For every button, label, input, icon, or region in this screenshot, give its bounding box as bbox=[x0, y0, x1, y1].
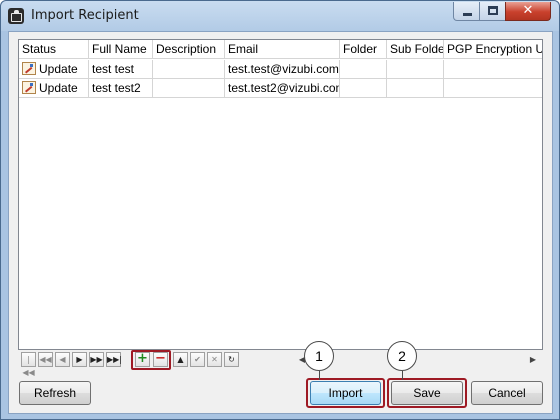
save-highlight bbox=[387, 378, 467, 408]
scroll-right-arrow-icon[interactable]: ▶ bbox=[525, 352, 541, 368]
callout-badge-2: 2 bbox=[387, 341, 417, 371]
recipient-grid[interactable]: Status Full Name Description Email Folde… bbox=[18, 39, 543, 369]
post-record-button[interactable]: ✔ bbox=[190, 352, 205, 367]
email-cell[interactable]: test.test@vizubi.com bbox=[225, 60, 340, 79]
description-cell[interactable] bbox=[153, 79, 225, 98]
next-page-button[interactable]: ▶▶ bbox=[89, 352, 104, 367]
callout-leader-line bbox=[402, 371, 403, 380]
email-cell[interactable]: test.test2@vizubi.com bbox=[225, 79, 340, 98]
pgp-cell[interactable] bbox=[444, 79, 542, 98]
app-icon bbox=[8, 8, 24, 24]
maximize-icon bbox=[488, 6, 498, 15]
status-cell[interactable]: Update bbox=[19, 60, 89, 79]
table-row[interactable]: Update test test test.test@vizubi.com bbox=[19, 60, 542, 79]
column-header-pgp-encryption-user[interactable]: PGP Encryption User bbox=[444, 40, 542, 59]
status-text: Update bbox=[39, 81, 78, 95]
close-button[interactable]: ✕ bbox=[505, 2, 551, 21]
pgp-cell[interactable] bbox=[444, 60, 542, 79]
status-text: Update bbox=[39, 62, 78, 76]
close-icon: ✕ bbox=[522, 3, 534, 18]
column-header-status[interactable]: Status bbox=[19, 40, 89, 59]
callout-leader-line bbox=[319, 371, 320, 380]
first-record-button[interactable]: |◀◀ bbox=[21, 352, 36, 377]
folder-cell[interactable] bbox=[340, 60, 387, 79]
sub-folder-cell[interactable] bbox=[387, 60, 444, 79]
column-header-description[interactable]: Description bbox=[153, 40, 225, 59]
last-record-button[interactable]: ▶▶| bbox=[106, 352, 122, 367]
column-header-sub-folder[interactable]: Sub Folder bbox=[387, 40, 444, 59]
window-title: Import Recipient bbox=[31, 8, 139, 23]
column-header-email[interactable]: Email bbox=[225, 40, 340, 59]
import-highlight bbox=[306, 378, 385, 408]
previous-page-button[interactable]: ◀◀ bbox=[38, 352, 53, 367]
full-name-cell[interactable]: test test2 bbox=[89, 79, 153, 98]
title-bar[interactable]: Import Recipient ✕ bbox=[1, 1, 559, 31]
sub-folder-cell[interactable] bbox=[387, 79, 444, 98]
maximize-button[interactable] bbox=[479, 2, 506, 21]
column-header-folder[interactable]: Folder bbox=[340, 40, 387, 59]
record-navigator: |◀◀ ◀◀ ◀ ▶ ▶▶ ▶▶| + − ▲ ✔ ✕ ↻ ◀ ▶ bbox=[18, 349, 543, 377]
table-row[interactable]: Update test test2 test.test2@vizubi.com bbox=[19, 79, 542, 98]
cancel-button[interactable]: Cancel bbox=[471, 381, 543, 405]
folder-cell[interactable] bbox=[340, 79, 387, 98]
minimize-button[interactable] bbox=[453, 2, 480, 21]
next-record-button[interactable]: ▶ bbox=[72, 352, 87, 367]
edit-icon bbox=[22, 81, 36, 95]
callout-badge-1: 1 bbox=[304, 341, 334, 371]
edit-record-button[interactable]: ▲ bbox=[173, 352, 188, 367]
full-name-cell[interactable]: test test bbox=[89, 60, 153, 79]
status-cell[interactable]: Update bbox=[19, 79, 89, 98]
edit-icon bbox=[22, 62, 36, 76]
grid-header: Status Full Name Description Email Folde… bbox=[19, 40, 542, 59]
previous-record-button[interactable]: ◀ bbox=[55, 352, 70, 367]
dialog-body: Status Full Name Description Email Folde… bbox=[8, 31, 553, 414]
minimize-icon bbox=[463, 13, 472, 16]
import-recipient-window: Import Recipient ✕ Status Full Name Desc… bbox=[0, 0, 560, 420]
refresh-data-button[interactable]: ↻ bbox=[224, 352, 239, 367]
description-cell[interactable] bbox=[153, 60, 225, 79]
cancel-edit-button[interactable]: ✕ bbox=[207, 352, 222, 367]
column-header-full-name[interactable]: Full Name bbox=[89, 40, 153, 59]
add-delete-highlight bbox=[131, 350, 171, 370]
refresh-button[interactable]: Refresh bbox=[19, 381, 91, 405]
